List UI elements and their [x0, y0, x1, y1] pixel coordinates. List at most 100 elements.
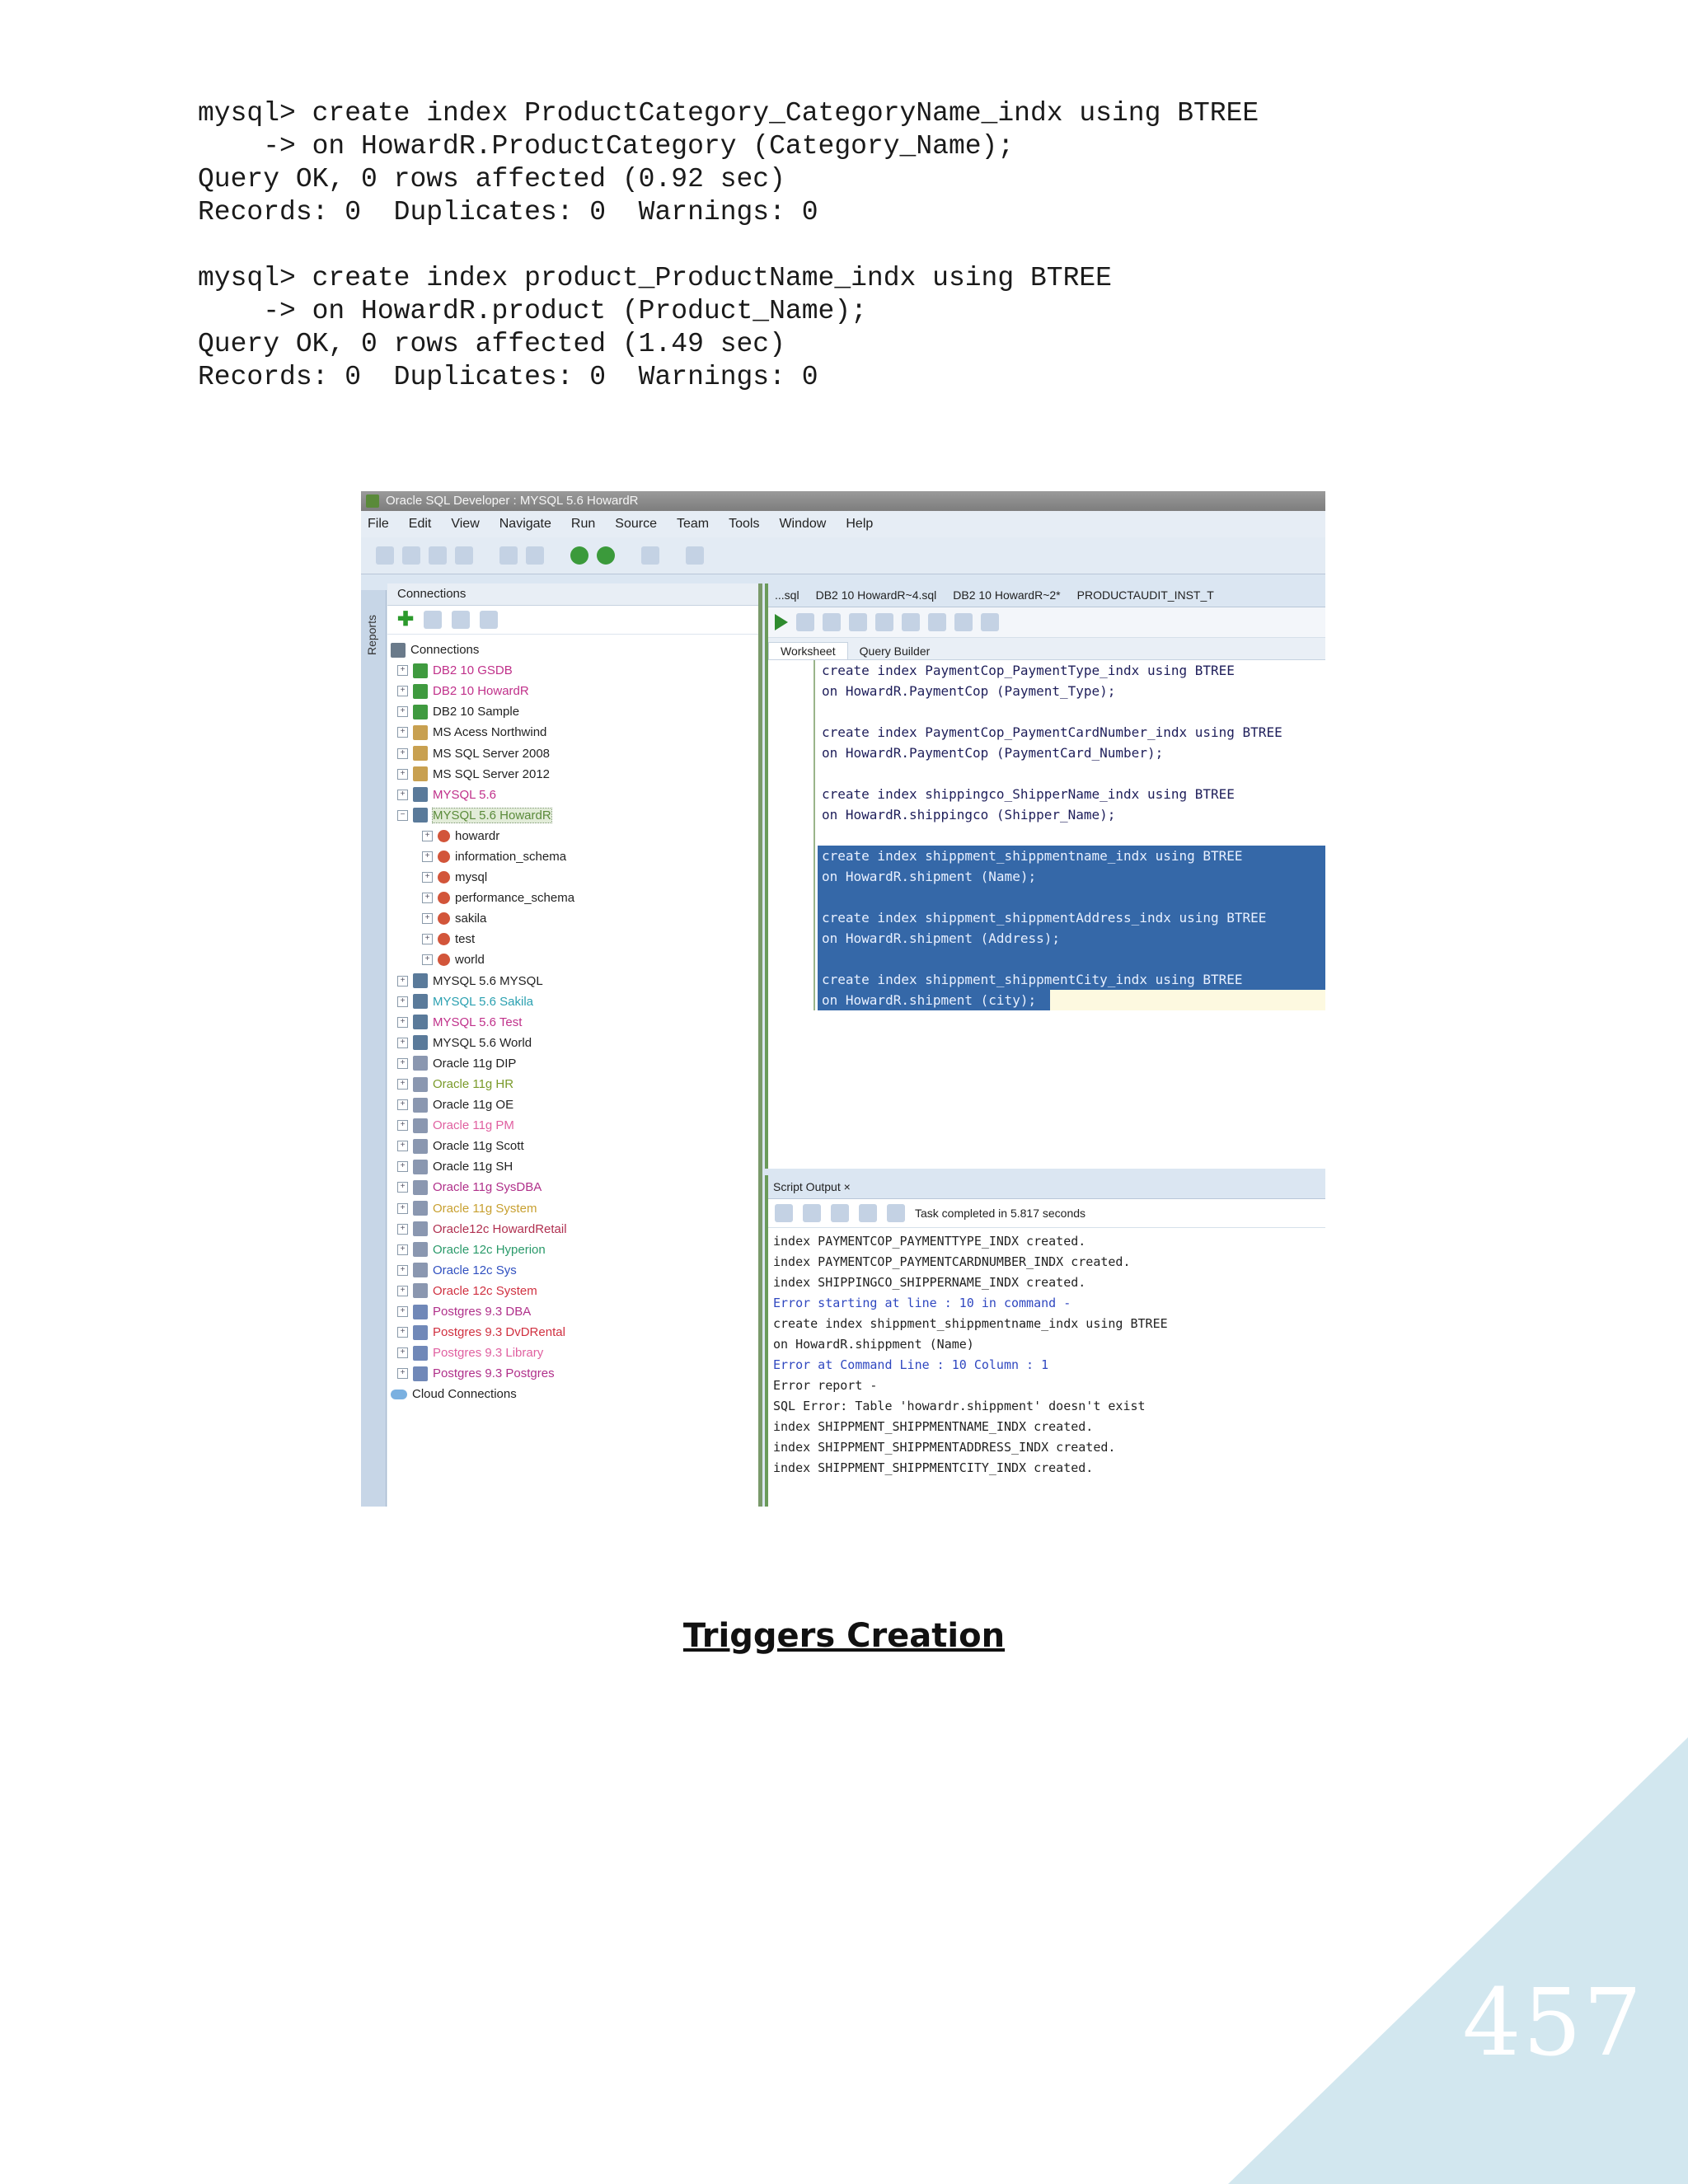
expand-toggle-icon[interactable]: +: [397, 789, 408, 800]
expand-toggle-icon[interactable]: +: [397, 686, 408, 697]
tree-item[interactable]: + MS SQL Server 2008: [387, 743, 758, 763]
tree-item[interactable]: + MYSQL 5.6: [387, 785, 758, 805]
tree-item[interactable]: + Oracle 11g Scott: [387, 1136, 758, 1156]
expand-toggle-icon[interactable]: +: [397, 1264, 408, 1276]
expand-toggle-icon[interactable]: +: [397, 1120, 408, 1132]
refresh-icon[interactable]: [424, 611, 443, 629]
expand-toggle-icon[interactable]: +: [397, 706, 408, 718]
editor-tab[interactable]: ...sql: [775, 588, 799, 602]
tree-item[interactable]: + Oracle 12c System: [387, 1281, 758, 1301]
menu-item-tools[interactable]: Tools: [729, 517, 759, 532]
output-file-icon[interactable]: [887, 1204, 905, 1222]
tree-item[interactable]: + MYSQL 5.6 World: [387, 1033, 758, 1053]
menu-item-file[interactable]: File: [368, 517, 389, 532]
run-script-icon[interactable]: [796, 613, 814, 631]
tree-item[interactable]: + Oracle12c HowardRetail: [387, 1219, 758, 1240]
forward-icon[interactable]: [597, 546, 615, 565]
tree-item[interactable]: + Oracle 12c Sys: [387, 1260, 758, 1281]
sql-tuning-icon[interactable]: [928, 613, 946, 631]
save-all-icon[interactable]: [455, 546, 473, 565]
menu-item-view[interactable]: View: [451, 517, 479, 532]
redo-icon[interactable]: [526, 546, 544, 565]
expand-toggle-icon[interactable]: +: [397, 1161, 408, 1173]
tree-item[interactable]: + test: [387, 929, 758, 949]
editor-tab[interactable]: PRODUCTAUDIT_INST_T: [1077, 588, 1214, 602]
rollback-icon[interactable]: [849, 613, 867, 631]
tree-item[interactable]: + Oracle 11g HR: [387, 1074, 758, 1094]
tree-item[interactable]: + MYSQL 5.6 Test: [387, 1012, 758, 1033]
expand-toggle-icon[interactable]: +: [422, 851, 433, 862]
tree-item[interactable]: + sakila: [387, 908, 758, 929]
expand-toggle-icon[interactable]: +: [397, 1016, 408, 1028]
undo-icon[interactable]: [499, 546, 518, 565]
eraser-icon[interactable]: [803, 1204, 821, 1222]
filter-icon[interactable]: [452, 611, 471, 629]
menu-item-help[interactable]: Help: [846, 517, 873, 532]
expand-toggle-icon[interactable]: +: [422, 913, 433, 925]
tree-item[interactable]: + Postgres 9.3 Postgres: [387, 1363, 758, 1384]
expand-toggle-icon[interactable]: +: [397, 1057, 408, 1069]
open-folder-icon[interactable]: [402, 546, 420, 565]
tree-item[interactable]: + howardr: [387, 826, 758, 846]
save-output-icon[interactable]: [831, 1204, 849, 1222]
expand-toggle-icon[interactable]: +: [422, 934, 433, 945]
expand-toggle-icon[interactable]: +: [397, 1079, 408, 1090]
tree-item[interactable]: + Oracle 11g System: [387, 1198, 758, 1219]
expand-toggle-icon[interactable]: +: [397, 975, 408, 987]
expand-toggle-icon[interactable]: +: [397, 727, 408, 738]
expand-toggle-icon[interactable]: +: [397, 1202, 408, 1214]
expand-toggle-icon[interactable]: +: [397, 1244, 408, 1255]
tree-item[interactable]: + Oracle 12c Hyperion: [387, 1240, 758, 1260]
schema-browser-icon[interactable]: [480, 611, 499, 629]
sql-code-area[interactable]: create index PaymentCop_PaymentType_indx…: [768, 660, 1325, 1010]
tree-item[interactable]: + information_schema: [387, 846, 758, 867]
tree-item[interactable]: Cloud Connections: [387, 1384, 758, 1404]
expand-toggle-icon[interactable]: +: [397, 1368, 408, 1380]
tree-item[interactable]: Connections: [387, 640, 758, 660]
tree-item[interactable]: + mysql: [387, 867, 758, 888]
tab-query-builder[interactable]: Query Builder: [848, 643, 942, 659]
tree-item[interactable]: − MYSQL 5.6 HowardR: [387, 805, 758, 826]
tree-item[interactable]: + performance_schema: [387, 888, 758, 908]
tree-item[interactable]: + DB2 10 HowardR: [387, 681, 758, 701]
tree-item[interactable]: + DB2 10 GSDB: [387, 660, 758, 681]
connections-icon[interactable]: [641, 546, 659, 565]
tree-item[interactable]: + Oracle 11g OE: [387, 1094, 758, 1115]
tree-item[interactable]: + world: [387, 949, 758, 970]
expand-toggle-icon[interactable]: +: [397, 1285, 408, 1296]
menu-item-window[interactable]: Window: [779, 517, 826, 532]
tree-item[interactable]: + Oracle 11g DIP: [387, 1053, 758, 1074]
menu-item-team[interactable]: Team: [677, 517, 709, 532]
expand-toggle-icon[interactable]: +: [397, 748, 408, 759]
expand-toggle-icon[interactable]: +: [397, 1099, 408, 1111]
tree-item[interactable]: + Oracle 11g PM: [387, 1115, 758, 1136]
expand-toggle-icon[interactable]: +: [397, 1306, 408, 1318]
menu-item-source[interactable]: Source: [615, 517, 657, 532]
expand-toggle-icon[interactable]: +: [397, 1182, 408, 1193]
expand-toggle-icon[interactable]: +: [397, 1327, 408, 1338]
expand-toggle-icon[interactable]: +: [422, 893, 433, 904]
expand-toggle-icon[interactable]: +: [397, 768, 408, 780]
menu-item-edit[interactable]: Edit: [409, 517, 432, 532]
run-statement-icon[interactable]: [775, 614, 788, 630]
save-icon[interactable]: [429, 546, 447, 565]
menu-item-run[interactable]: Run: [571, 517, 595, 532]
expand-toggle-icon[interactable]: +: [397, 665, 408, 677]
editor-tab[interactable]: DB2 10 HowardR~2*: [953, 588, 1060, 602]
expand-toggle-icon[interactable]: +: [422, 954, 433, 966]
tree-item[interactable]: + Oracle 11g SH: [387, 1156, 758, 1177]
expand-toggle-icon[interactable]: −: [397, 809, 408, 821]
expand-toggle-icon[interactable]: +: [397, 1347, 408, 1359]
new-file-icon[interactable]: [376, 546, 394, 565]
tree-item[interactable]: + Postgres 9.3 DBA: [387, 1301, 758, 1322]
monitor-icon[interactable]: [686, 546, 704, 565]
back-icon[interactable]: [570, 546, 588, 565]
autotrace-icon[interactable]: [902, 613, 920, 631]
tab-script-output[interactable]: Script Output ×: [768, 1175, 1325, 1199]
tree-item[interactable]: + Postgres 9.3 Library: [387, 1343, 758, 1363]
expand-toggle-icon[interactable]: +: [422, 830, 433, 841]
tree-item[interactable]: + MS Acess Northwind: [387, 722, 758, 743]
add-connection-icon[interactable]: ✚: [397, 610, 414, 630]
tree-item[interactable]: + MS SQL Server 2012: [387, 764, 758, 785]
reports-side-strip[interactable]: Reports: [361, 590, 387, 1507]
